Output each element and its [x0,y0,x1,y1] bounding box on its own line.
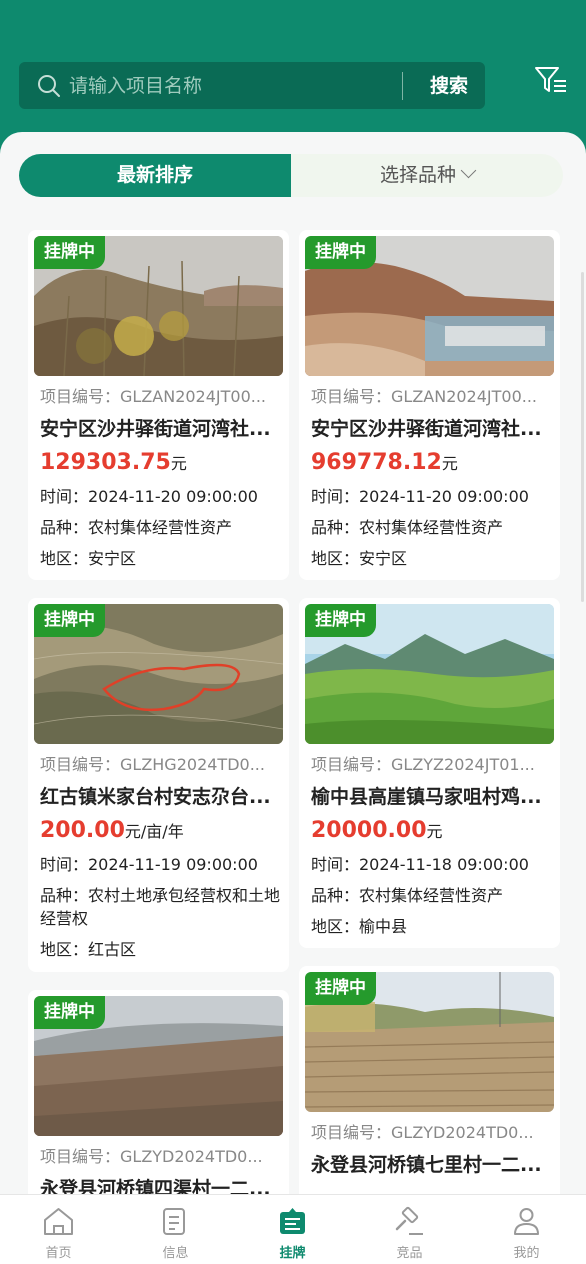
listing-region: 地区：安宁区 [311,549,408,568]
listing-time: 时间：2024-11-20 09:00:00 [311,487,529,506]
status-badge: 挂牌中 [34,236,105,269]
listing-card[interactable]: 挂牌中 项目编号：GLZAN2024JT00... 安宁区沙井驿街道河湾社...… [28,230,289,580]
project-code: 项目编号：GLZAN2024JT00... [40,387,267,406]
project-code: 项目编号：GLZAN2024JT00... [311,387,538,406]
price: 129303.75元 [40,450,187,475]
sort-variety-label: 选择品种 [379,164,456,186]
project-code: 项目编号：GLZHG2024TD0... [40,755,265,774]
listing-panel: 最新排序 选择品种 挂牌中 项目编号：GLZAN2024JT00... 安宁区沙… [0,132,586,1264]
status-badge: 挂牌中 [305,236,376,269]
tab-label: 信息 [162,1246,189,1261]
status-badge: 挂牌中 [305,604,376,637]
tab-listing[interactable]: 挂牌 [234,1195,351,1264]
listing-photo: 挂牌中 [305,236,554,376]
filter-icon[interactable] [534,64,568,96]
price-unit: 元 [170,454,187,473]
user-icon [514,1208,539,1235]
chevron-down-icon [460,162,477,179]
listing-variety: 品种：农村集体经营性资产 [311,886,504,905]
project-code: 项目编号：GLZYD2024TD0... [311,1123,534,1142]
tab-home[interactable]: 首页 [0,1195,117,1264]
tab-label: 竞品 [396,1246,423,1261]
price-value: 969778.12 [311,450,442,475]
scrollbar[interactable] [581,272,584,602]
listing-variety: 品种：农村集体经营性资产 [311,518,504,537]
price: 200.00元/亩/年 [40,818,184,843]
sort-tab-latest[interactable]: 最新排序 [19,154,291,197]
tab-bar: 首页 信息 挂牌 竞品 我的 [0,1194,586,1264]
project-title: 永登县河桥镇七里村一二... [311,1154,542,1176]
listing-variety: 品种：农村集体经营性资产 [40,518,233,537]
search-icon [38,75,60,97]
listing-region: 地区：榆中县 [311,917,408,936]
price: 969778.12元 [311,450,458,475]
price-value: 200.00 [40,818,125,843]
tab-info[interactable]: 信息 [117,1195,234,1264]
sort-bar: 最新排序 选择品种 [19,154,563,197]
price: 20000.00元 [311,818,443,843]
listing-time: 时间：2024-11-19 09:00:00 [40,855,258,874]
listing-region: 地区：红古区 [40,940,137,959]
listing-card[interactable]: 挂牌中 项目编号：GLZAN2024JT00... 安宁区沙井驿街道河湾社...… [299,230,560,580]
sort-tab-variety[interactable]: 选择品种 [291,154,563,197]
project-title: 安宁区沙井驿街道河湾社... [40,418,271,440]
price-value: 129303.75 [40,450,171,475]
price-unit: 元 [441,454,458,473]
project-code: 项目编号：GLZYZ2024JT01... [311,755,535,774]
listing-region: 地区：安宁区 [40,549,137,568]
listing-variety: 品种：农村土地承包经营权和土地经营权 [40,886,281,928]
status-badge: 挂牌中 [34,996,105,1029]
search-input[interactable] [69,71,389,101]
status-badge: 挂牌中 [34,604,105,637]
price-unit: 元 [426,822,443,841]
project-title: 红古镇米家台村安志尕台... [40,786,271,808]
project-code: 项目编号：GLZYD2024TD0... [40,1147,263,1166]
listing-icon [280,1208,305,1234]
project-title: 安宁区沙井驿街道河湾社... [311,418,542,440]
home-icon [44,1208,73,1235]
search-bar: 搜索 [19,62,485,109]
document-icon [163,1208,185,1235]
price-unit: 元/亩/年 [124,822,184,841]
tab-profile[interactable]: 我的 [468,1195,585,1264]
listing-card[interactable]: 挂牌中 项目编号：GLZYZ2024JT01... 榆中县高崖镇马家咀村鸡...… [299,598,560,948]
listing-photo: 挂牌中 [34,604,283,744]
tab-label: 挂牌 [279,1246,306,1261]
listing-photo: 挂牌中 [305,972,554,1112]
tab-label: 我的 [513,1246,540,1261]
price-value: 20000.00 [311,818,427,843]
listing-photo: 挂牌中 [305,604,554,744]
search-divider [402,72,403,100]
listing-photo: 挂牌中 [34,236,283,376]
tab-competitive[interactable]: 竞品 [351,1195,468,1264]
listing-time: 时间：2024-11-20 09:00:00 [40,487,258,506]
status-badge: 挂牌中 [305,972,376,1005]
listing-card[interactable]: 挂牌中 项目编号：GLZHG2024TD0... 红古镇米家台村安志尕台... … [28,598,289,972]
header: 搜索 [0,0,586,150]
gavel-icon [395,1206,423,1235]
search-button[interactable]: 搜索 [419,71,479,101]
project-title: 榆中县高崖镇马家咀村鸡... [311,786,542,808]
listing-photo: 挂牌中 [34,996,283,1136]
tab-label: 首页 [45,1246,72,1261]
listing-time: 时间：2024-11-18 09:00:00 [311,855,529,874]
